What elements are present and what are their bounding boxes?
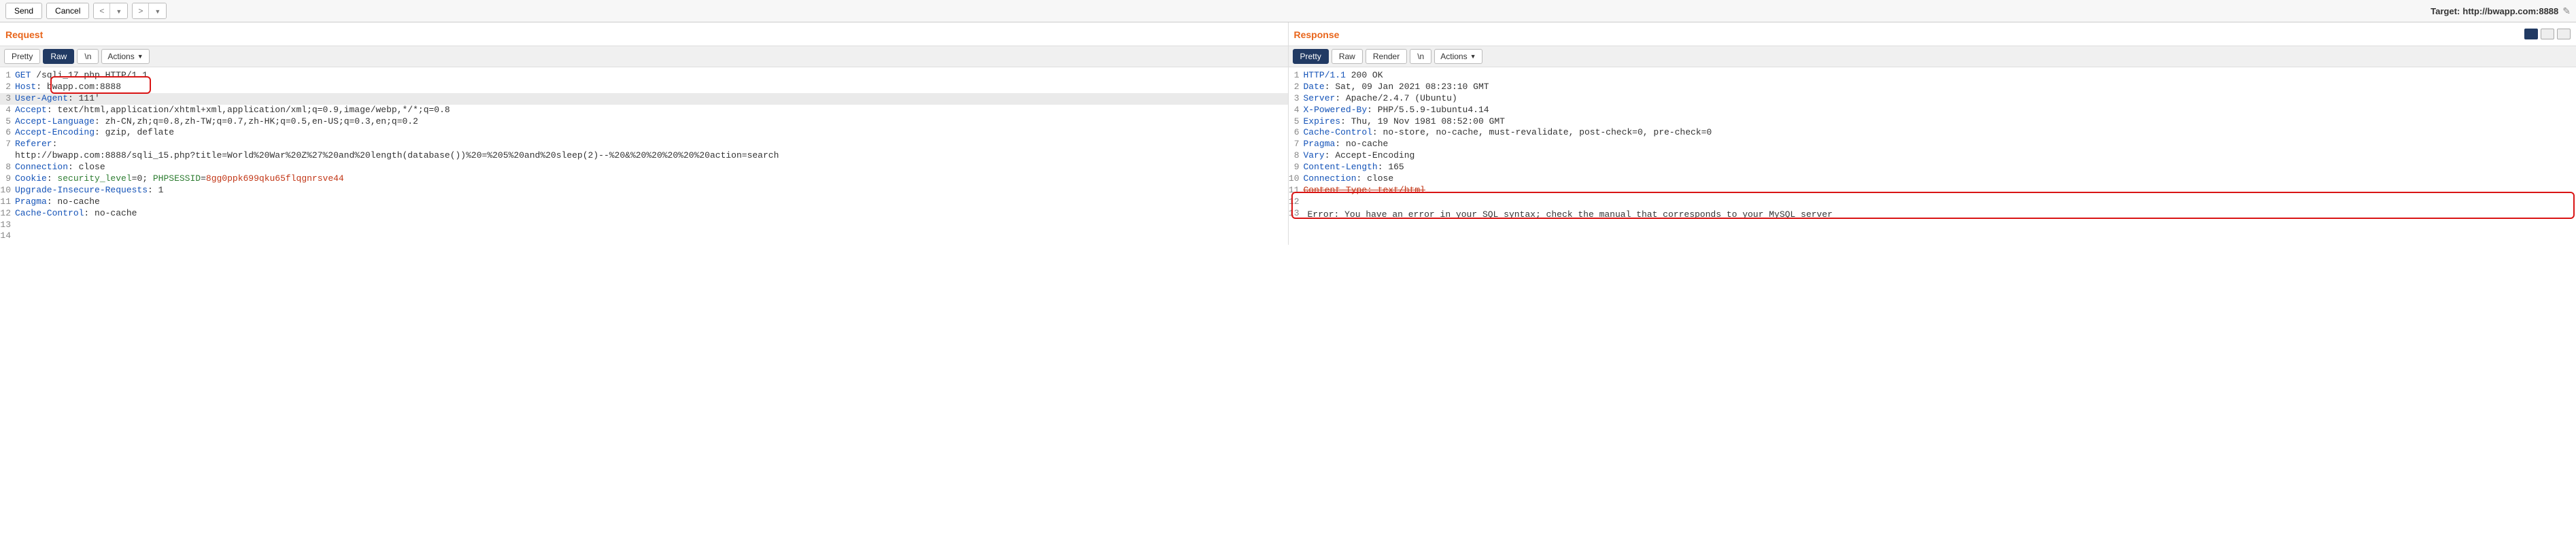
target-value: http://bwapp.com:8888: [2462, 6, 2558, 16]
actions-dropdown[interactable]: Actions▼: [101, 49, 149, 64]
edit-target-icon[interactable]: ✎: [2562, 5, 2571, 17]
tab-render[interactable]: Render: [1366, 49, 1407, 64]
tab-pretty[interactable]: Pretty: [4, 49, 40, 64]
request-editor[interactable]: 1GET /sqli_17.php HTTP/1.1 2Host: bwapp.…: [0, 67, 1288, 245]
chevron-down-icon: ▼: [154, 8, 160, 15]
send-button[interactable]: Send: [5, 3, 42, 19]
actions-dropdown[interactable]: Actions▼: [1434, 49, 1482, 64]
cancel-button[interactable]: Cancel: [46, 3, 89, 19]
tab-pretty[interactable]: Pretty: [1293, 49, 1329, 64]
request-title: Request: [0, 22, 1288, 46]
response-tabbar: Pretty Raw Render \n Actions▼: [1289, 46, 2576, 67]
response-title: Response: [1289, 22, 1345, 46]
response-panel: Response Pretty Raw Render \n Actions▼ 1…: [1289, 22, 2576, 245]
target-display: Target: http://bwapp.com:8888 ✎: [2430, 5, 2571, 17]
history-back-button[interactable]: <: [94, 3, 110, 18]
chevron-down-icon: ▼: [1470, 53, 1476, 60]
layout-split-vertical-icon[interactable]: [2524, 29, 2538, 39]
layout-switcher: [2524, 29, 2576, 39]
error-message: Error: You have an error in your SQL syn…: [1304, 208, 1837, 222]
history-back-dropdown[interactable]: ▼: [110, 3, 127, 18]
response-viewer[interactable]: 1HTTP/1.1 200 OK 2Date: Sat, 09 Jan 2021…: [1289, 67, 2576, 225]
history-forward-button[interactable]: >: [133, 3, 149, 18]
history-forward-dropdown[interactable]: ▼: [149, 3, 166, 18]
history-back-group: < ▼: [93, 3, 128, 19]
request-tabbar: Pretty Raw \n Actions▼: [0, 46, 1288, 67]
layout-single-icon[interactable]: [2557, 29, 2571, 39]
tab-raw[interactable]: Raw: [43, 49, 74, 64]
request-panel: Request Pretty Raw \n Actions▼ 1GET /sql…: [0, 22, 1289, 245]
top-toolbar: Send Cancel < ▼ > ▼ Target: http://bwapp…: [0, 0, 2576, 22]
chevron-down-icon: ▼: [116, 8, 122, 15]
history-forward-group: > ▼: [132, 3, 167, 19]
target-label: Target:: [2430, 6, 2462, 16]
tab-raw[interactable]: Raw: [1332, 49, 1363, 64]
tab-newline[interactable]: \n: [77, 49, 99, 64]
layout-split-horizontal-icon[interactable]: [2541, 29, 2554, 39]
chevron-down-icon: ▼: [137, 53, 143, 60]
tab-newline[interactable]: \n: [1410, 49, 1431, 64]
